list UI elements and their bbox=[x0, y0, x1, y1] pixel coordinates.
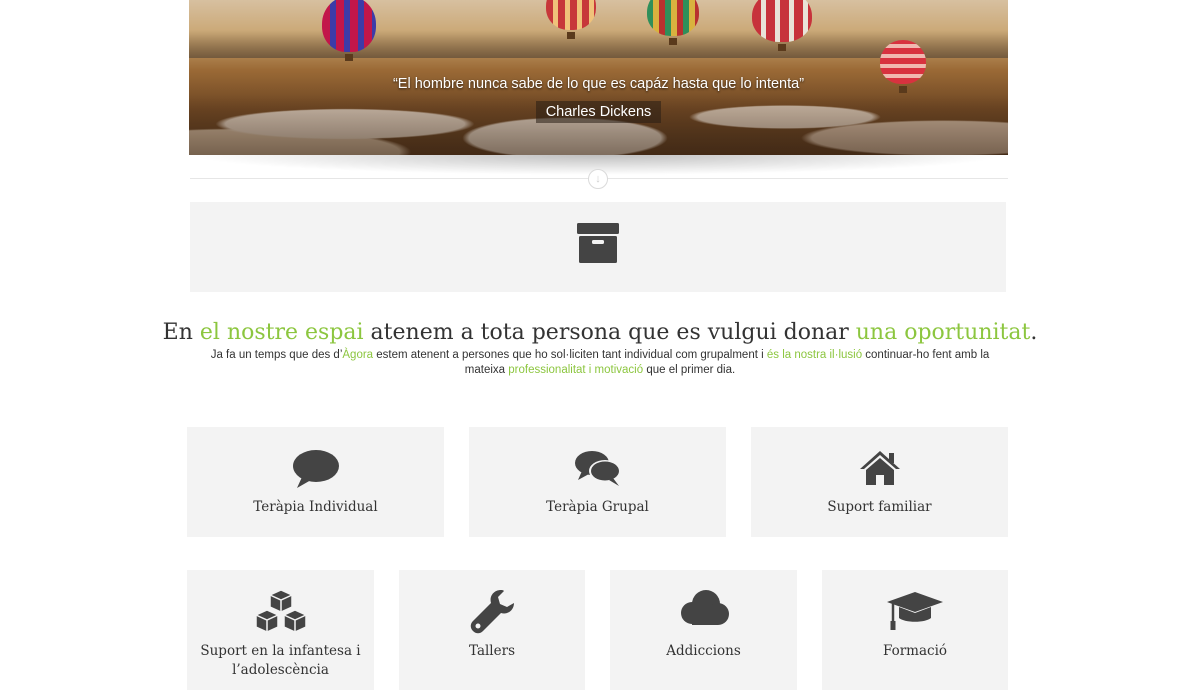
home-icon bbox=[859, 451, 900, 485]
service-label: Formació bbox=[882, 643, 948, 659]
description-text: estem atenent a persones que ho sol·lici… bbox=[373, 349, 767, 361]
hero-banner: “El hombre nunca sabe de lo que es capáz… bbox=[189, 0, 1008, 155]
cloud-icon bbox=[680, 590, 729, 625]
service-card-suport-infantesa[interactable]: Suport en la infantesa i l’adolescència bbox=[187, 570, 374, 690]
service-label: Suport familiar bbox=[827, 499, 932, 515]
intro-description: Ja fa un temps que des d’Àgora estem ate… bbox=[190, 348, 1010, 378]
balloon-image bbox=[546, 0, 596, 39]
headline-highlight: el nostre espai bbox=[199, 320, 364, 345]
headline-highlight: una oportunitat bbox=[855, 320, 1031, 345]
service-card-tallers[interactable]: Tallers bbox=[399, 570, 585, 690]
description-highlight: Àgora bbox=[342, 349, 374, 361]
chat-bubbles-icon bbox=[574, 451, 621, 486]
description-text: Ja fa un temps que des d’ bbox=[210, 349, 343, 361]
archive-icon bbox=[577, 223, 619, 263]
balloon-image bbox=[752, 0, 812, 51]
hero-quote-author: Charles Dickens bbox=[535, 101, 662, 123]
hero-quote: “El hombre nunca sabe de lo que es capáz… bbox=[392, 76, 805, 92]
service-card-suport-familiar[interactable]: Suport familiar bbox=[751, 427, 1008, 537]
service-label: Teràpia Grupal bbox=[546, 499, 649, 515]
scroll-down-icon[interactable]: ↓ bbox=[588, 169, 608, 189]
service-label: Suport en la infantesa i l’adolescència bbox=[200, 643, 361, 678]
graduation-cap-icon bbox=[887, 592, 943, 630]
headline-text: atenem a tota persona que es vulgui dona… bbox=[363, 320, 856, 345]
service-card-terapia-grupal[interactable]: Teràpia Grupal bbox=[469, 427, 726, 537]
description-text: que el primer dia. bbox=[643, 364, 736, 376]
service-label: Addiccions bbox=[666, 643, 741, 659]
description-highlight: és la nostra il·lusió bbox=[766, 349, 863, 361]
service-card-formacio[interactable]: Formació bbox=[822, 570, 1008, 690]
headline-text: En bbox=[162, 320, 200, 345]
service-label: Tallers bbox=[468, 643, 515, 659]
speech-bubble-icon bbox=[292, 450, 339, 488]
intro-headline: En el nostre espai atenem a tota persona… bbox=[0, 320, 1200, 345]
description-highlight: professionalitat i motivació bbox=[508, 364, 644, 376]
balloon-image bbox=[322, 0, 376, 61]
service-card-addiccions[interactable]: Addiccions bbox=[610, 570, 797, 690]
service-card-terapia-individual[interactable]: Teràpia Individual bbox=[187, 427, 444, 537]
service-label: Teràpia Individual bbox=[253, 499, 378, 515]
cubes-icon bbox=[254, 589, 307, 633]
wrench-icon bbox=[470, 590, 514, 634]
headline-text: . bbox=[1030, 320, 1038, 345]
archive-banner bbox=[190, 202, 1006, 292]
